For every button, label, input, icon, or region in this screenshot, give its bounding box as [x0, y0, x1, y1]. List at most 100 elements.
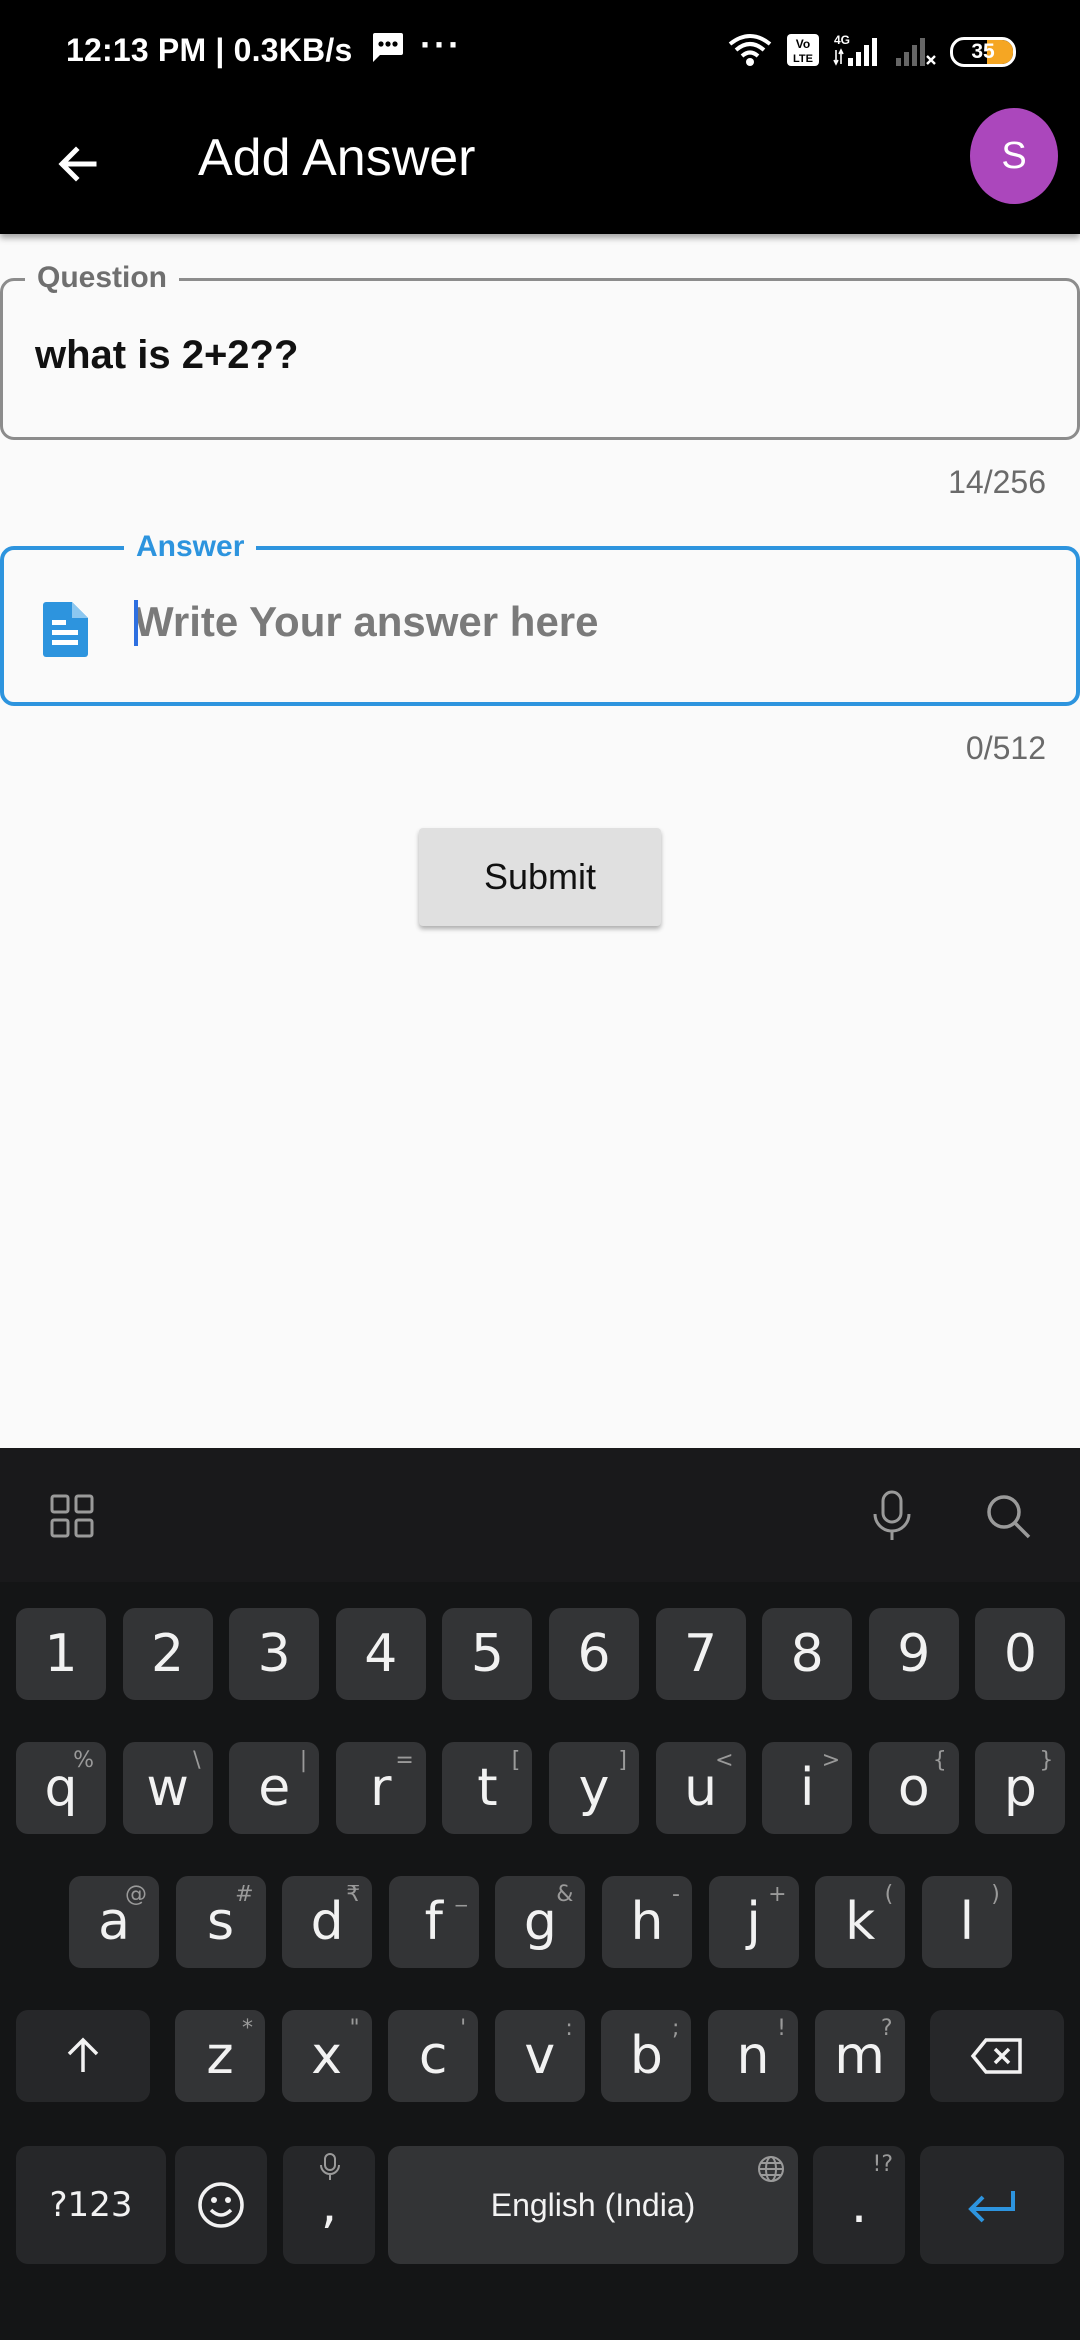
key-r-secondary: = [395, 1748, 414, 1773]
key-b-label: b [629, 2026, 663, 2086]
key-b-secondary: ; [671, 2016, 680, 2041]
key-q-secondary: % [73, 1748, 94, 1773]
key-f[interactable]: f _ [388, 1876, 479, 1968]
key-k-secondary: ( [884, 1882, 894, 1907]
key-k[interactable]: k( [815, 1876, 906, 1968]
globe-icon [758, 2156, 784, 2182]
comma-key[interactable]: , [283, 2146, 375, 2264]
question-char-counter: 14/256 [948, 464, 1046, 500]
backspace-key[interactable] [930, 2010, 1064, 2102]
search-icon[interactable] [976, 1484, 1040, 1548]
key-i-secondary: > [821, 1748, 841, 1773]
shift-key[interactable] [16, 2010, 150, 2102]
key-o[interactable]: o{ [868, 1742, 959, 1834]
space-key-label: English (India) [490, 2187, 696, 2223]
answer-label: Answer [124, 528, 257, 566]
shift-icon [67, 2037, 99, 2072]
key-c[interactable]: c ' [388, 2010, 479, 2102]
key-w-secondary: \ [193, 1748, 201, 1773]
key-s[interactable]: s # [175, 1876, 266, 1968]
volte-icon: Vo LTE [786, 33, 820, 72]
key-u-label: u [684, 1758, 718, 1818]
key-p[interactable]: p} [975, 1742, 1066, 1834]
key-0-label: 0 [1003, 1624, 1037, 1684]
question-field: Question what is 2+2?? [0, 259, 1080, 440]
key-6-label: 6 [577, 1624, 611, 1684]
svg-text:Vo: Vo [796, 37, 810, 51]
key-r[interactable]: r = [335, 1742, 426, 1834]
soft-keyboard: 1 2 3 4 5 6 7 8 9 0 q% w \ e | r = t[y] u < i > o{p} a @ s # d ₹ f _ g &… [0, 1448, 1080, 2340]
key-t-secondary: [ [511, 1748, 521, 1773]
key-v-label: v [524, 2026, 556, 2086]
emoji-icon [198, 2182, 244, 2228]
question-value: what is 2+2?? [35, 333, 299, 377]
key-n-secondary: ! [777, 2016, 786, 2041]
key-h[interactable]: h- [602, 1876, 692, 1968]
key-5[interactable]: 5 [442, 1608, 533, 1700]
battery-level: 35 [971, 40, 995, 63]
key-q[interactable]: q% [16, 1742, 106, 1834]
key-v-secondary: : [565, 2016, 573, 2041]
key-b[interactable]: b; [601, 2010, 692, 2102]
wifi-icon [726, 32, 774, 73]
key-l[interactable]: l) [921, 1876, 1012, 1968]
key-7[interactable]: 7 [655, 1608, 746, 1700]
back-button[interactable] [40, 126, 116, 202]
emoji-key[interactable] [175, 2146, 267, 2264]
key-x-label: x [311, 2026, 342, 2086]
key-1[interactable]: 1 [16, 1608, 106, 1700]
key-3-label: 3 [257, 1624, 291, 1684]
key-i[interactable]: i > [762, 1742, 853, 1834]
key-u-secondary: < [715, 1748, 734, 1773]
space-key[interactable]: English (India) [388, 2146, 798, 2264]
key-9[interactable]: 9 [868, 1608, 959, 1700]
key-k-label: k [845, 1892, 876, 1952]
text-cursor [134, 600, 138, 646]
key-u[interactable]: u < [655, 1742, 746, 1834]
answer-field[interactable]: Answer [0, 528, 1080, 706]
key-a-secondary: @ [125, 1882, 147, 1907]
key-m-label: m [834, 2026, 885, 2086]
key-j-secondary: + [768, 1882, 787, 1907]
grid-menu-icon[interactable] [40, 1484, 104, 1548]
key-j[interactable]: j + [708, 1876, 799, 1968]
key-3[interactable]: 3 [229, 1608, 320, 1700]
key-e[interactable]: e | [229, 1742, 320, 1834]
answer-input[interactable] [134, 592, 1034, 652]
comma-key-label: , [320, 2175, 338, 2235]
key-d[interactable]: d ₹ [282, 1876, 373, 1968]
period-key[interactable]: .!? [813, 2146, 905, 2264]
key-8-label: 8 [790, 1624, 824, 1684]
key-r-label: r [370, 1758, 392, 1818]
key-g[interactable]: g & [495, 1876, 586, 1968]
answer-char-counter: 0/512 [965, 730, 1046, 766]
key-w[interactable]: w \ [122, 1742, 213, 1834]
key-0[interactable]: 0 [975, 1608, 1066, 1700]
key-6[interactable]: 6 [549, 1608, 639, 1700]
backspace-icon [970, 2038, 1022, 2074]
key-n[interactable]: n! [708, 2010, 798, 2102]
key-z-label: z [206, 2026, 234, 2086]
avatar[interactable]: S [970, 108, 1058, 204]
key-4[interactable]: 4 [335, 1608, 426, 1700]
key-v[interactable]: v: [494, 2010, 585, 2102]
key-z[interactable]: z * [175, 2010, 265, 2102]
key-t[interactable]: t[ [442, 1742, 533, 1834]
key-s-secondary: # [235, 1882, 254, 1907]
symbols-key[interactable]: ?123 [16, 2146, 166, 2264]
submit-button[interactable]: Submit [419, 828, 661, 926]
message-icon [370, 31, 404, 71]
key-z-secondary: * [242, 2016, 253, 2041]
key-8[interactable]: 8 [762, 1608, 853, 1700]
key-a[interactable]: a @ [69, 1876, 159, 1968]
signal-no-service-icon [894, 32, 938, 73]
key-h-secondary: - [672, 1882, 680, 1907]
enter-key[interactable] [920, 2146, 1064, 2264]
microphone-icon[interactable] [860, 1484, 924, 1548]
microphone-small-icon [320, 2153, 340, 2180]
key-y[interactable]: y] [549, 1742, 639, 1834]
key-m[interactable]: m? [814, 2010, 905, 2102]
period-key-label: . [850, 2175, 868, 2235]
key-x[interactable]: x " [281, 2010, 372, 2102]
key-2[interactable]: 2 [122, 1608, 213, 1700]
